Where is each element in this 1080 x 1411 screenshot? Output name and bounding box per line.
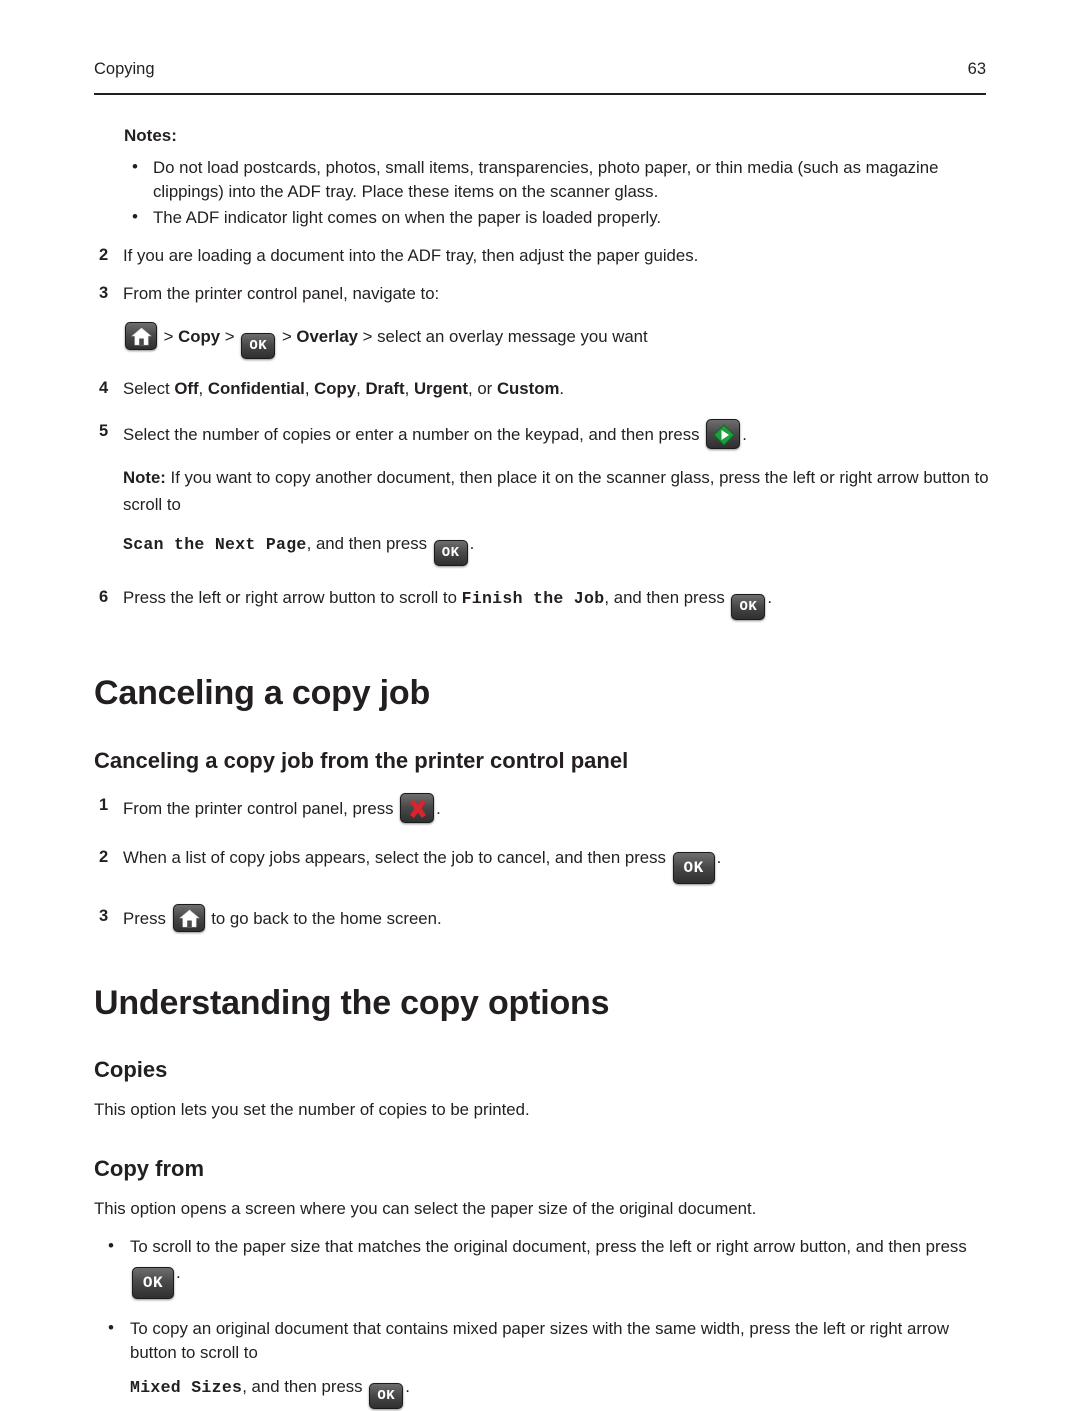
step-text: From the printer control panel, navigate… bbox=[123, 283, 440, 303]
bullet1-before: To scroll to the paper size that matches… bbox=[130, 1237, 967, 1257]
step-text: From the printer control panel, press . bbox=[123, 792, 441, 823]
step6-period: . bbox=[767, 587, 773, 607]
ok-icon[interactable]: OK bbox=[132, 1267, 174, 1300]
path-overlay-label: Overlay bbox=[296, 326, 358, 346]
cancel-step1-before: From the printer control panel, press bbox=[123, 798, 399, 818]
step-3: 3 From the printer control panel, naviga… bbox=[94, 281, 994, 306]
note-period: . bbox=[469, 533, 475, 553]
cancel-step2-after: . bbox=[716, 847, 722, 867]
note-mono: Scan the Next Page bbox=[123, 534, 307, 554]
body-copies: This option lets you set the number of c… bbox=[94, 1099, 530, 1119]
document-page: Copying 63 Notes: Do not load postcards,… bbox=[0, 0, 1080, 1409]
path-tail: select an overlay message you want bbox=[377, 326, 648, 346]
copy-from-bullets: To scroll to the paper size that matches… bbox=[94, 1234, 994, 1409]
step-text: Press to go back to the home screen. bbox=[123, 903, 442, 932]
step5-note-continued: Scan the Next Page, and then press OK. bbox=[94, 531, 994, 566]
ok-icon[interactable]: OK bbox=[731, 593, 766, 620]
step4-suffix: . bbox=[559, 378, 565, 398]
cancel-step-2: 2 When a list of copy jobs appears, sele… bbox=[94, 845, 994, 884]
step-number: 3 bbox=[99, 283, 109, 302]
step-2: 2 If you are loading a document into the… bbox=[94, 243, 994, 268]
ok-icon[interactable]: OK bbox=[369, 1382, 404, 1409]
list-item: Do not load postcards, photos, small ite… bbox=[124, 155, 994, 204]
start-icon[interactable] bbox=[706, 419, 741, 450]
header-chapter: Copying bbox=[94, 60, 155, 78]
heading-copy-from: Copy from bbox=[94, 1156, 204, 1182]
cancel-step-1: 1 From the printer control panel, press … bbox=[94, 792, 994, 823]
note-text2: , and then press bbox=[306, 533, 432, 553]
bullet2-after: . bbox=[405, 1376, 410, 1396]
body-copy-from: This option opens a screen where you can… bbox=[94, 1199, 757, 1219]
step6-mono: Finish the Job bbox=[461, 588, 605, 608]
ok-icon[interactable]: OK bbox=[241, 332, 276, 359]
path-sep-3: > bbox=[281, 326, 292, 346]
step6-text2: , and then press bbox=[604, 587, 730, 607]
heading-copies: Copies bbox=[94, 1056, 168, 1082]
home-icon[interactable] bbox=[125, 321, 157, 350]
page-title-copy-options: Understanding the copy options bbox=[94, 983, 610, 1022]
step-text: When a list of copy jobs appears, select… bbox=[123, 847, 722, 884]
stop-icon[interactable] bbox=[400, 792, 435, 823]
cancel-step3-after: to go back to the home screen. bbox=[206, 908, 442, 928]
step-number: 6 bbox=[99, 587, 109, 606]
bullet1-after: . bbox=[176, 1263, 181, 1283]
header-divider bbox=[94, 93, 986, 95]
step4-prefix: Select bbox=[123, 378, 175, 398]
subheading-canceling-control-panel: Canceling a copy job from the printer co… bbox=[94, 747, 629, 773]
step-number: 5 bbox=[99, 422, 109, 441]
list-item: To scroll to the paper size that matches… bbox=[100, 1234, 994, 1300]
bullet2-middle: , and then press bbox=[242, 1376, 368, 1396]
option-urgent: Urgent bbox=[413, 378, 469, 398]
step5-period: . bbox=[742, 425, 747, 445]
list-item: To copy an original document that contai… bbox=[100, 1316, 994, 1409]
notes-label: Notes: bbox=[124, 126, 177, 145]
step-text: Select the number of copies or enter a n… bbox=[123, 419, 747, 450]
step-text: Press the left or right arrow button to … bbox=[123, 587, 773, 620]
step-number: 1 bbox=[99, 795, 109, 814]
ok-icon[interactable]: OK bbox=[672, 851, 715, 884]
cancel-step2-before: When a list of copy jobs appears, select… bbox=[123, 847, 671, 867]
page-title-canceling: Canceling a copy job bbox=[94, 673, 431, 712]
navigation-path: > Copy > OK > Overlay > select an overla… bbox=[94, 321, 994, 359]
step-number: 4 bbox=[99, 378, 109, 397]
cancel-step-3: 3 Press to go back to the home screen. bbox=[94, 903, 994, 932]
page-content: Notes: Do not load postcards, photos, sm… bbox=[94, 126, 994, 1411]
path-copy-label: Copy bbox=[178, 326, 221, 346]
bullet2-before: To copy an original document that contai… bbox=[130, 1319, 949, 1362]
cancel-step3-before: Press bbox=[123, 908, 171, 928]
home-icon[interactable] bbox=[172, 903, 205, 932]
step6-text: Press the left or right arrow button to … bbox=[123, 587, 462, 607]
option-custom: Custom bbox=[496, 378, 560, 398]
option-off: Off bbox=[174, 378, 199, 398]
path-sep-1: > bbox=[163, 326, 174, 346]
list-item: The ADF indicator light comes on when th… bbox=[124, 205, 994, 230]
step-text: If you are loading a document into the A… bbox=[123, 245, 699, 265]
option-copy: Copy bbox=[314, 378, 357, 398]
step-5: 5 Select the number of copies or enter a… bbox=[94, 419, 994, 450]
note-text: If you want to copy another document, th… bbox=[123, 468, 989, 514]
page-header: Copying 63 bbox=[94, 60, 986, 79]
notes-list: Do not load postcards, photos, small ite… bbox=[94, 155, 994, 230]
step-6: 6 Press the left or right arrow button t… bbox=[94, 585, 994, 620]
step-number: 2 bbox=[99, 245, 109, 264]
step5-note: Note: If you want to copy another docume… bbox=[94, 465, 994, 519]
header-page-number: 63 bbox=[967, 60, 986, 78]
path-sep-2: > bbox=[224, 326, 235, 346]
step5-text: Select the number of copies or enter a n… bbox=[123, 425, 700, 445]
cancel-step1-after: . bbox=[436, 798, 441, 818]
path-sep-4: > bbox=[362, 326, 373, 346]
step-4: 4 Select Off, Confidential, Copy, Draft,… bbox=[94, 376, 994, 401]
step-number: 2 bbox=[99, 847, 109, 866]
option-draft: Draft bbox=[365, 378, 405, 398]
step-text: Select Off, Confidential, Copy, Draft, U… bbox=[123, 378, 565, 398]
ok-icon[interactable]: OK bbox=[433, 539, 468, 566]
note-label: Note: bbox=[123, 468, 166, 488]
option-confidential: Confidential bbox=[207, 378, 305, 398]
step-number: 3 bbox=[99, 906, 109, 925]
bullet2-mono: Mixed Sizes bbox=[130, 1377, 243, 1397]
